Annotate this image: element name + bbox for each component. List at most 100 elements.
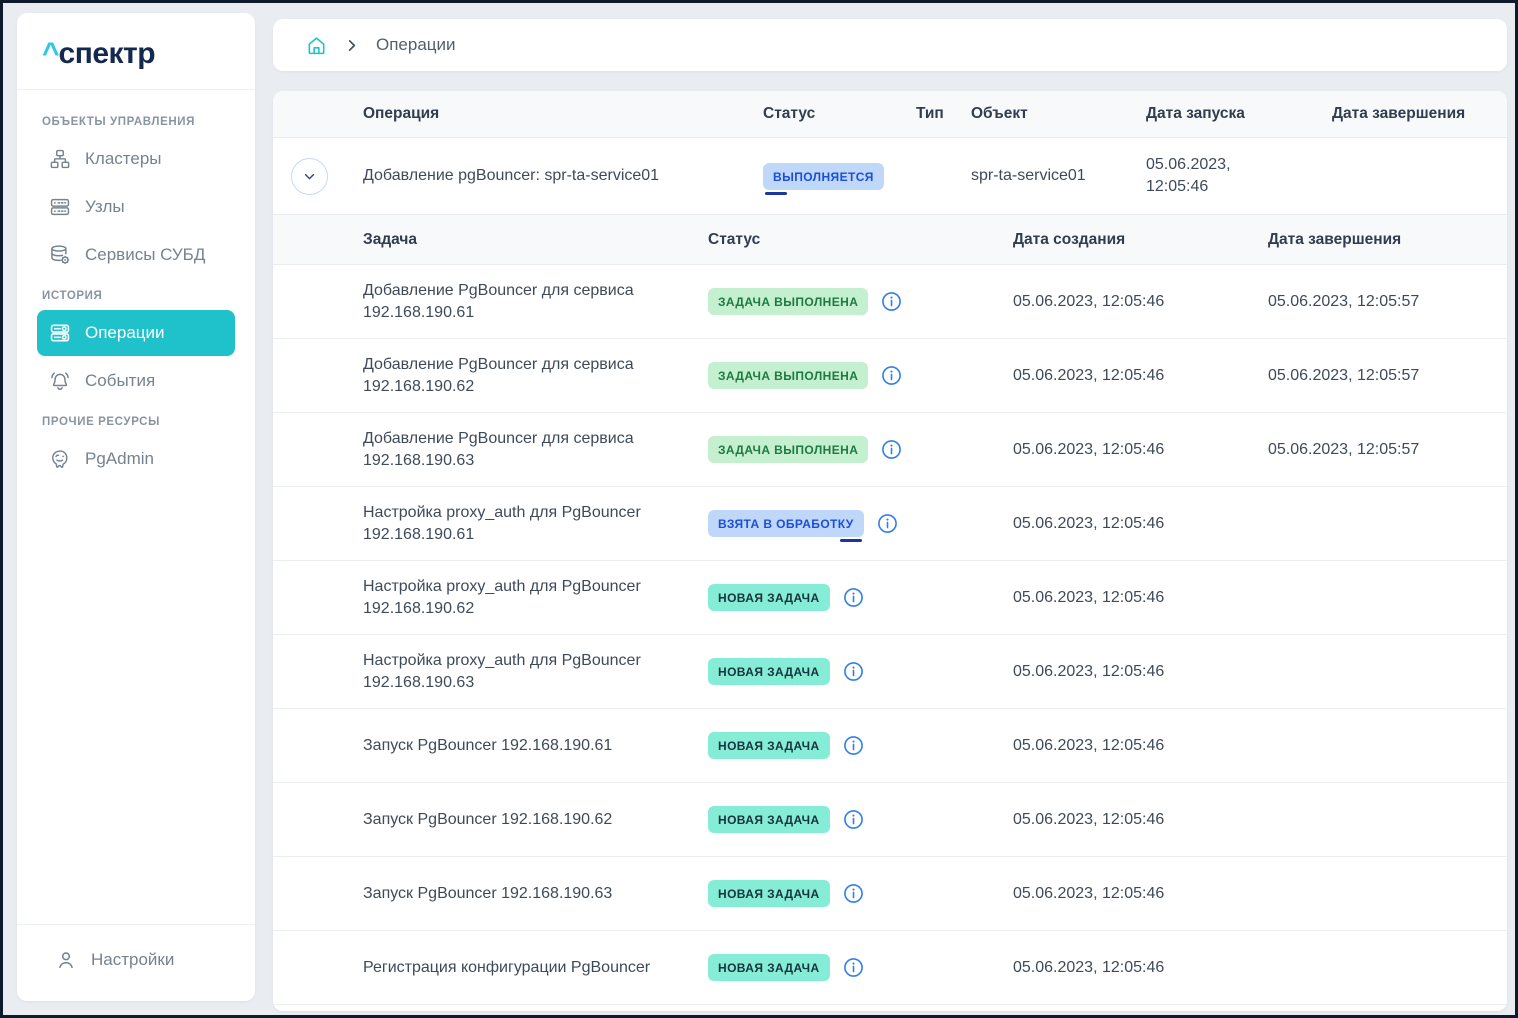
info-icon [881,439,902,460]
status-badge: ЗАДАЧА ВЫПОЛНЕНА [708,436,868,463]
task-name: Добавление PgBouncer для сервиса 192.168… [345,413,690,486]
sidebar-section-label: ПРОЧИЕ РЕСУРСЫ [42,416,230,428]
status-badge: НОВАЯ ЗАДАЧА [708,806,830,833]
task-name: Регистрация конфигурации PgBouncer [345,931,690,1004]
status-badge: ВЫПОЛНЯЕТСЯ [763,163,884,190]
status-badge: НОВАЯ ЗАДАЧА [708,732,830,759]
task-name: Настройка proxy_auth для PgBouncer 192.1… [345,561,690,634]
status-badge: НОВАЯ ЗАДАЧА [708,658,830,685]
db-services-icon [49,244,71,266]
sidebar-item-label: Сервисы СУБД [85,245,205,265]
nodes-icon [49,196,71,218]
info-button[interactable] [843,587,864,608]
info-button[interactable] [843,661,864,682]
info-icon [843,587,864,608]
sidebar-section: ИСТОРИЯ Операции События [37,290,235,404]
status-badge: ВЗЯТА В ОБРАБОТКУ [708,510,864,537]
task-finished-date: 05.06.2023, 12:05:57 [1250,413,1507,486]
column-header-task-finished: Дата завершения [1250,215,1507,264]
task-finished-date [1250,931,1507,1004]
task-created-date: 05.06.2023, 12:05:46 [995,265,1250,338]
expand-column-header [273,91,345,137]
task-finished-date [1250,709,1507,782]
sidebar-item-pgadmin[interactable]: PgAdmin [37,436,235,482]
task-name: Запуск PgBouncer 192.168.190.63 [345,857,690,930]
task-created-date: 05.06.2023, 12:05:46 [995,561,1250,634]
task-name: Запуск PgBouncer 192.168.190.62 [345,783,690,856]
column-header-finished: Дата завершения [1314,91,1507,137]
info-button[interactable] [881,365,902,386]
sidebar-item-nodes[interactable]: Узлы [37,184,235,230]
breadcrumb-current: Операции [376,35,456,55]
task-created-date: 05.06.2023, 12:05:46 [995,487,1250,560]
column-header-object: Объект [953,91,1128,137]
info-button[interactable] [843,883,864,904]
sidebar-item-db-services[interactable]: Сервисы СУБД [37,232,235,278]
info-icon [877,513,898,534]
task-created-date: 05.06.2023, 12:05:46 [995,413,1250,486]
events-icon [49,370,71,392]
home-icon[interactable] [306,35,327,56]
table-row: Запуск PgBouncer 192.168.190.62 НОВАЯ ЗА… [273,783,1507,857]
info-icon [843,957,864,978]
info-icon [881,365,902,386]
sidebar-item-operations[interactable]: Операции [37,310,235,356]
info-button[interactable] [843,735,864,756]
sidebar-section-label: ИСТОРИЯ [42,290,230,302]
task-created-date: 05.06.2023, 12:05:46 [995,339,1250,412]
task-finished-date [1250,561,1507,634]
info-icon [843,735,864,756]
table-row: Настройка proxy_auth для PgBouncer 192.1… [273,487,1507,561]
logo-caret-icon: ^ [42,37,59,71]
status-badge: НОВАЯ ЗАДАЧА [708,880,830,907]
info-button[interactable] [877,513,898,534]
user-icon [55,949,77,971]
info-icon [843,661,864,682]
task-created-date: 05.06.2023, 12:05:46 [995,783,1250,856]
sidebar: ^спектр ОБЪЕКТЫ УПРАВЛЕНИЯ Кластеры Узлы… [17,13,255,1001]
status-badge: НОВАЯ ЗАДАЧА [708,954,830,981]
table-row: Запуск PgBouncer 192.168.190.63 НОВАЯ ЗА… [273,857,1507,931]
column-header-created: Дата создания [995,215,1250,264]
info-icon [843,809,864,830]
sidebar-item-clusters[interactable]: Кластеры [37,136,235,182]
column-header-task: Задача [345,215,690,264]
info-button[interactable] [843,809,864,830]
task-created-date: 05.06.2023, 12:05:46 [995,635,1250,708]
sidebar-item-events[interactable]: События [37,358,235,404]
sidebar-item-settings[interactable]: Настройки [43,949,255,971]
clusters-icon [49,148,71,170]
task-created-date: 05.06.2023, 12:05:46 [995,709,1250,782]
info-button[interactable] [881,291,902,312]
chevron-right-icon [344,38,359,53]
task-finished-date [1250,857,1507,930]
breadcrumb: Операции [273,19,1507,71]
status-badge: ЗАДАЧА ВЫПОЛНЕНА [708,288,868,315]
info-button[interactable] [843,957,864,978]
main-area: Операции Операция Статус Тип Объект Дата… [273,3,1507,1015]
status-badge: ЗАДАЧА ВЫПОЛНЕНА [708,362,868,389]
app-logo: ^спектр [17,13,255,89]
info-button[interactable] [881,439,902,460]
status-badge: НОВАЯ ЗАДАЧА [708,584,830,611]
column-header-started: Дата запуска [1128,91,1314,137]
task-created-date: 05.06.2023, 12:05:46 [995,857,1250,930]
table-row: Настройка proxy_auth для PgBouncer 192.1… [273,635,1507,709]
operation-type [898,138,953,214]
chevron-down-icon [301,168,318,185]
sidebar-section: ОБЪЕКТЫ УПРАВЛЕНИЯ Кластеры Узлы Сервисы… [37,116,235,278]
table-row: Настройка proxy_auth для PgBouncer 192.1… [273,561,1507,635]
task-finished-date [1250,635,1507,708]
operations-header-row: Операция Статус Тип Объект Дата запуска … [273,91,1507,138]
sidebar-nav: ОБЪЕКТЫ УПРАВЛЕНИЯ Кластеры Узлы Сервисы… [17,90,255,482]
task-name: Добавление PgBouncer для сервиса 192.168… [345,339,690,412]
table-row: Запуск PgBouncer 192.168.190.61 НОВАЯ ЗА… [273,709,1507,783]
task-created-date: 05.06.2023, 12:05:46 [995,931,1250,1004]
collapse-operation-button[interactable] [291,158,328,195]
sidebar-item-label: Операции [85,323,165,343]
task-name: Добавление PgBouncer для сервиса 192.168… [345,265,690,338]
info-icon [881,291,902,312]
sidebar-item-label: Кластеры [85,149,162,169]
pgadmin-icon [49,448,71,470]
table-row: Добавление PgBouncer для сервиса 192.168… [273,413,1507,487]
